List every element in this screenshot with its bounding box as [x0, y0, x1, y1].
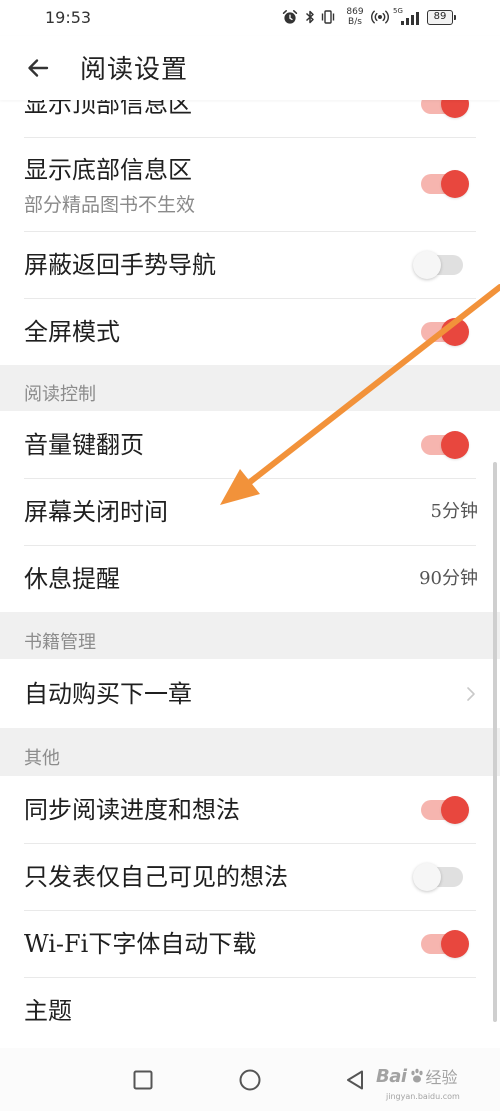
fullscreen-mode-toggle[interactable]	[413, 317, 469, 346]
section-title: 其他	[24, 748, 60, 769]
toggle-knob	[441, 170, 469, 198]
section-title: 书籍管理	[24, 631, 96, 653]
status-time: 19:53	[45, 8, 92, 27]
setting-row-wifi-font-download[interactable]: Wi-Fi下字体自动下载	[0, 910, 500, 977]
network-speed-unit: B/s	[348, 17, 362, 27]
setting-row-screen-off-time[interactable]: 屏幕关闭时间 5分钟	[0, 478, 500, 545]
toggle-knob	[413, 862, 441, 891]
setting-row-block-back-gesture[interactable]: 屏蔽返回手势导航	[0, 231, 500, 298]
back-arrow-icon	[28, 59, 49, 77]
battery-icon: 89	[427, 10, 456, 25]
wifi-font-download-toggle[interactable]	[413, 929, 469, 958]
settings-group-reading-control: 音量键翻页 屏幕关闭时间 5分钟 休息提醒 90分钟	[0, 411, 500, 612]
section-header-other: 其他	[0, 728, 500, 776]
page-title: 阅读设置	[80, 55, 189, 85]
back-button[interactable]	[22, 52, 54, 84]
sync-progress-toggle[interactable]	[413, 795, 469, 824]
cellular-network: 5G	[393, 7, 421, 27]
setting-label: 主题	[24, 997, 72, 1025]
settings-group-book-management: 自动购买下一章	[0, 659, 500, 728]
setting-row-theme[interactable]: 主题	[0, 977, 500, 1045]
section-header-reading-control: 阅读控制	[0, 365, 500, 411]
recents-button[interactable]	[131, 1068, 155, 1092]
network-speed: 869 B/s	[344, 7, 366, 27]
section-header-book-management: 书籍管理	[0, 612, 500, 659]
watermark-brand: Bai	[376, 1065, 407, 1087]
rest-reminder-value: 90分钟	[419, 567, 478, 589]
show-bottom-info-toggle[interactable]	[413, 170, 469, 198]
back-triangle-icon	[347, 1070, 363, 1090]
block-back-gesture-toggle[interactable]	[413, 250, 469, 279]
section-title: 阅读控制	[24, 384, 96, 405]
setting-row-fullscreen-mode[interactable]: 全屏模式	[0, 298, 500, 365]
recents-square-icon	[133, 1070, 153, 1090]
home-circle-icon	[239, 1069, 261, 1091]
setting-row-show-bottom-info[interactable]: 显示底部信息区 部分精品图书不生效	[0, 137, 500, 231]
alarm-icon	[282, 10, 298, 24]
setting-row-sync-progress-thoughts[interactable]: 同步阅读进度和想法	[0, 776, 500, 843]
volume-key-page-turn-toggle[interactable]	[413, 430, 469, 459]
setting-label: 自动购买下一章	[24, 679, 192, 708]
setting-row-rest-reminder[interactable]: 休息提醒 90分钟	[0, 545, 500, 612]
battery-level: 89	[433, 11, 447, 22]
toggle-knob	[413, 250, 441, 279]
watermark: Bai 经验 jingyan.baidu.com	[376, 1064, 486, 1108]
chevron-right-icon	[467, 686, 475, 701]
settings-list: 显示顶部信息区 显示底部信息区 部分精品图书不生效 屏蔽返回手势导航 全屏模式 …	[0, 100, 500, 1045]
bluetooth-icon	[305, 10, 314, 24]
private-thoughts-toggle[interactable]	[413, 862, 469, 891]
toggle-knob	[441, 929, 469, 958]
screen-off-time-value: 5分钟	[430, 500, 478, 522]
toggle-knob	[441, 430, 469, 459]
setting-label: 屏幕关闭时间	[24, 497, 168, 526]
home-button[interactable]	[238, 1068, 262, 1092]
settings-group-display: 显示顶部信息区 显示底部信息区 部分精品图书不生效 屏蔽返回手势导航 全屏模式	[0, 100, 500, 365]
watermark-logo: Bai 经验	[376, 1064, 458, 1088]
setting-row-private-thoughts[interactable]: 只发表仅自己可见的想法	[0, 843, 500, 910]
show-top-info-toggle[interactable]	[413, 100, 469, 118]
setting-row-show-top-info[interactable]: 显示顶部信息区	[0, 100, 500, 137]
nav-back-button[interactable]	[343, 1068, 367, 1092]
scrollbar[interactable]	[493, 462, 497, 1022]
toggle-knob	[441, 100, 469, 118]
settings-group-other: 同步阅读进度和想法 只发表仅自己可见的想法 Wi-Fi下字体自动下载 主题	[0, 776, 500, 1045]
hotspot-icon	[371, 10, 389, 24]
watermark-suffix: 经验	[425, 1068, 458, 1087]
vibrate-icon	[321, 10, 335, 24]
setting-row-volume-key-page-turn[interactable]: 音量键翻页	[0, 411, 500, 478]
settings-scroll-area[interactable]: 显示顶部信息区 显示底部信息区 部分精品图书不生效 屏蔽返回手势导航 全屏模式 …	[0, 100, 500, 1048]
app-header: 阅读设置	[0, 36, 500, 100]
setting-row-auto-buy-next-chapter[interactable]: 自动购买下一章	[0, 659, 500, 728]
status-bar: 19:53 869 B/s 5G 89	[0, 0, 500, 36]
signal-icon	[401, 12, 419, 25]
toggle-knob	[441, 317, 469, 346]
watermark-url: jingyan.baidu.com	[386, 1092, 460, 1101]
network-speed-value: 869	[346, 7, 364, 17]
toggle-knob	[441, 795, 469, 824]
paw-icon	[410, 1068, 423, 1083]
